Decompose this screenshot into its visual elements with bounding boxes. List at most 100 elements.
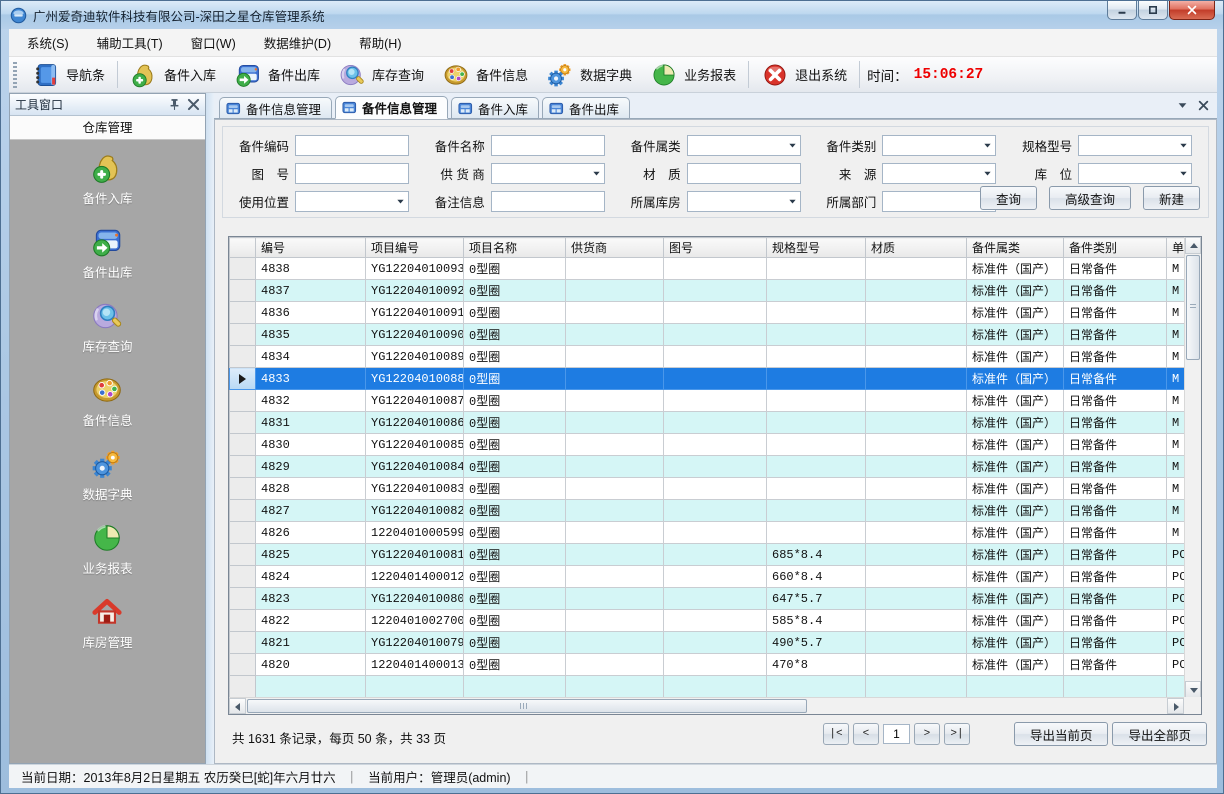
row-selector-cell[interactable]: [230, 368, 256, 390]
source-select[interactable]: [882, 163, 996, 184]
table-cell[interactable]: M: [1167, 368, 1186, 390]
table-cell[interactable]: 标准件（国产）: [967, 346, 1064, 368]
table-cell[interactable]: M: [1167, 500, 1186, 522]
sidebar-item-warehouse[interactable]: 库房管理: [82, 595, 132, 651]
table-cell[interactable]: [767, 522, 866, 544]
query-button[interactable]: 查询: [980, 186, 1037, 210]
table-cell[interactable]: 0型圈: [464, 500, 566, 522]
new-button[interactable]: 新建: [1143, 186, 1200, 210]
table-cell[interactable]: YG12204010092: [366, 280, 464, 302]
table-cell[interactable]: [566, 456, 664, 478]
table-cell[interactable]: 日常备件: [1064, 258, 1167, 280]
table-cell[interactable]: [866, 280, 967, 302]
table-cell[interactable]: 0型圈: [464, 456, 566, 478]
table-cell[interactable]: YG12204010081: [366, 544, 464, 566]
table-cell[interactable]: 0型圈: [464, 544, 566, 566]
table-cell[interactable]: 标准件（国产）: [967, 522, 1064, 544]
row-selector-cell[interactable]: [230, 412, 256, 434]
row-selector-cell[interactable]: [230, 478, 256, 500]
table-cell[interactable]: [767, 500, 866, 522]
table-cell[interactable]: [566, 258, 664, 280]
table-cell[interactable]: [767, 412, 866, 434]
row-selector-cell[interactable]: [230, 566, 256, 588]
table-cell[interactable]: [767, 478, 866, 500]
table-cell[interactable]: 4833: [256, 368, 366, 390]
table-cell[interactable]: [767, 258, 866, 280]
table-cell[interactable]: 4829: [256, 456, 366, 478]
table-cell[interactable]: M: [1167, 346, 1186, 368]
table-cell[interactable]: [767, 676, 866, 698]
table-cell[interactable]: 470*8: [767, 654, 866, 676]
table-cell[interactable]: [664, 434, 767, 456]
toolbar-button-stock-out[interactable]: 备件出库: [225, 58, 329, 92]
table-cell[interactable]: 0型圈: [464, 632, 566, 654]
menu-item-4[interactable]: 帮助(H): [355, 30, 405, 55]
column-header-3[interactable]: 供货商: [566, 238, 664, 258]
sidebar-item-stock-in[interactable]: 备件入库: [82, 151, 132, 207]
table-cell[interactable]: [866, 544, 967, 566]
location-select[interactable]: [1078, 163, 1192, 184]
table-cell[interactable]: YG12204010090: [366, 324, 464, 346]
table-cell[interactable]: 1220401000599: [366, 522, 464, 544]
table-cell[interactable]: M: [1167, 478, 1186, 500]
table-cell[interactable]: 490*5.7: [767, 632, 866, 654]
table-cell[interactable]: [566, 522, 664, 544]
table-cell[interactable]: 标准件（国产）: [967, 500, 1064, 522]
table-cell[interactable]: 0型圈: [464, 368, 566, 390]
menu-item-1[interactable]: 辅助工具(T): [93, 30, 167, 55]
table-cell[interactable]: [664, 258, 767, 280]
warehouse-select[interactable]: [687, 191, 801, 212]
table-cell[interactable]: [866, 478, 967, 500]
table-cell[interactable]: 4820: [256, 654, 366, 676]
scroll-up-arrow[interactable]: [1185, 237, 1201, 254]
scroll-left-arrow[interactable]: [229, 698, 246, 714]
table-cell[interactable]: 标准件（国产）: [967, 280, 1064, 302]
table-cell[interactable]: [664, 522, 767, 544]
prev-page-button[interactable]: <: [853, 723, 879, 745]
table-cell[interactable]: 4838: [256, 258, 366, 280]
table-cell[interactable]: [664, 654, 767, 676]
table-cell[interactable]: 4834: [256, 346, 366, 368]
table-cell[interactable]: [566, 632, 664, 654]
table-cell[interactable]: 日常备件: [1064, 456, 1167, 478]
tab-0[interactable]: 备件信息管理: [219, 97, 332, 118]
column-header-2[interactable]: 项目名称: [464, 238, 566, 258]
table-cell[interactable]: 0型圈: [464, 258, 566, 280]
table-cell[interactable]: 标准件（国产）: [967, 434, 1064, 456]
table-cell[interactable]: [866, 368, 967, 390]
table-cell[interactable]: 4832: [256, 390, 366, 412]
table-cell[interactable]: [664, 478, 767, 500]
toolbar-grip-handle[interactable]: [13, 62, 17, 88]
export-all-pages-button[interactable]: 导出全部页: [1112, 722, 1207, 746]
table-cell[interactable]: [1064, 676, 1167, 698]
toolbar-button-inventory-query[interactable]: 库存查询: [329, 58, 433, 92]
table-cell[interactable]: 4826: [256, 522, 366, 544]
row-selector-cell[interactable]: [230, 456, 256, 478]
table-cell[interactable]: 4822: [256, 610, 366, 632]
sidebar-item-inventory-query[interactable]: 库存查询: [82, 299, 132, 355]
table-cell[interactable]: 0型圈: [464, 434, 566, 456]
table-cell[interactable]: 4825: [256, 544, 366, 566]
sidebar-item-data-dictionary[interactable]: 数据字典: [82, 447, 132, 503]
table-cell[interactable]: [566, 302, 664, 324]
table-cell[interactable]: 0型圈: [464, 588, 566, 610]
table-cell[interactable]: YG12204010082: [366, 500, 464, 522]
table-cell[interactable]: YG12204010091: [366, 302, 464, 324]
row-selector-cell[interactable]: [230, 346, 256, 368]
table-cell[interactable]: M: [1167, 412, 1186, 434]
table-cell[interactable]: 0型圈: [464, 566, 566, 588]
table-cell[interactable]: 标准件（国产）: [967, 258, 1064, 280]
row-selector-cell[interactable]: [230, 610, 256, 632]
table-cell[interactable]: 标准件（国产）: [967, 324, 1064, 346]
table-cell[interactable]: 0型圈: [464, 478, 566, 500]
close-button[interactable]: [1169, 1, 1215, 20]
table-cell[interactable]: 日常备件: [1064, 588, 1167, 610]
table-cell[interactable]: [566, 544, 664, 566]
table-cell[interactable]: [866, 566, 967, 588]
table-cell[interactable]: [664, 412, 767, 434]
table-cell[interactable]: [866, 412, 967, 434]
table-cell[interactable]: 日常备件: [1064, 324, 1167, 346]
table-cell[interactable]: [664, 566, 767, 588]
table-cell[interactable]: 日常备件: [1064, 412, 1167, 434]
table-cell[interactable]: 标准件（国产）: [967, 588, 1064, 610]
